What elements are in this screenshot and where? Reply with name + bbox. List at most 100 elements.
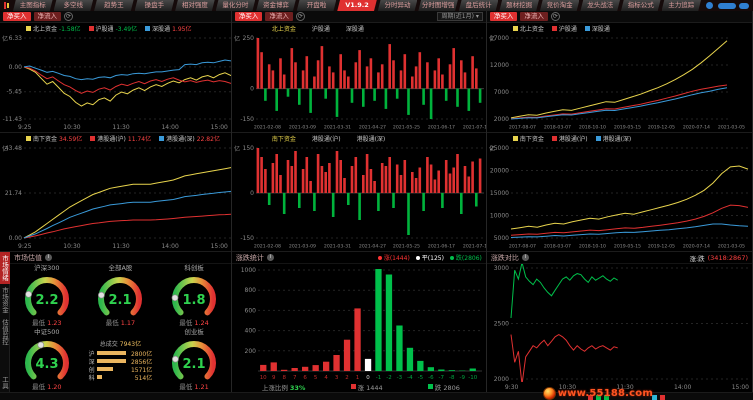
refresh-icon[interactable]: ⟳ [64,12,73,21]
chart-tabs: 南下资金 港股通(沪) 港股通(深) [232,133,486,144]
gauge-科创板[interactable]: 科创板1.8最低1.24 [157,264,231,328]
legend-swatch [145,26,150,31]
tab-相对强度[interactable]: 相对强度 [175,0,215,11]
x-tick: 2021-02-08 [254,124,281,129]
legend-item[interactable]: 港股通(沪) [312,134,341,143]
tab-主图指标[interactable]: 主图指标 [13,0,53,11]
legend-item: 沪股通-3.49亿 [89,24,138,33]
svg-text:亿: 亿 [234,35,240,43]
help-icon[interactable] [706,2,713,9]
svg-text:400: 400 [244,328,256,335]
tab-龙头战法[interactable]: 龙头战法 [580,0,620,11]
svg-text:0.00: 0.00 [9,235,23,241]
valuation-title: 市场估值 [14,253,42,263]
legend-item: 港股通(沪) [552,134,588,143]
net-buy-button[interactable]: 净买入 [490,12,518,21]
x-axis-labels: 2017-08-072018-03-072018-10-102019-05-15… [487,241,752,251]
chart-tabs: 北上资金 沪股通 深股通 [232,23,486,34]
turnover-title: 总成交7943亿 [89,339,153,349]
refresh-icon[interactable]: ⟳ [296,12,305,21]
tab-量化分时[interactable]: 量化分时 [216,0,256,11]
x-tick: 2021-06-17 [428,243,455,248]
settings-button[interactable] [739,3,749,9]
net-buy-button[interactable]: 净买入 [3,12,31,21]
tab-题材挖掘[interactable]: 题材挖掘 [499,0,539,11]
left-toolbar: 净买入 净流入 ⟳ [0,11,231,23]
gauge-创业板[interactable]: 创业板2.1最低1.21 [157,328,231,392]
info-icon[interactable]: i [45,254,52,261]
chart-svg: 170001200070002000亿 [487,34,731,122]
app-logo-icon [0,0,13,11]
x-axis-labels: 9:2510:3011:3014:0015:00 [0,241,231,251]
middle-toolbar: 净买入 净流入 ⟳ 周期(近1月) ▾ [232,11,486,23]
legend-item[interactable]: 南下资金 [272,134,296,143]
net-buy-button[interactable]: 净买入 [235,12,263,21]
legend-item[interactable]: 沪股通 [312,24,330,33]
net-inflow-button[interactable]: 净流入 [265,12,293,21]
gauge-arc: 2.1 [89,273,151,319]
chart-area: 300025002000 [487,264,752,382]
sidebar-item-市场资金[interactable]: 市场资金 [0,284,10,316]
chart-svg: 300025002000 [487,264,752,382]
x-tick: 2019-12-05 [648,124,675,129]
account-button[interactable] [718,3,736,9]
x-tick: 2020-07-14 [683,243,710,248]
gauge-全部A股[interactable]: 全部A股2.1最低1.17 [84,264,158,328]
period-dropdown[interactable]: 周期(近1月) ▾ [437,12,482,21]
tab-资金博弈[interactable]: 资金博弈 [256,0,296,11]
tab-趋势王[interactable]: 趋势王 [94,0,134,11]
legend-swatch [26,136,31,141]
x-tick: 2017-08-07 [509,243,536,248]
sidebar-item-市场情绪[interactable]: 市场情绪 [0,252,10,284]
tab-分时图增强[interactable]: 分时图增强 [418,0,458,11]
sidebar-item-工具[interactable]: 工具 [0,373,10,392]
info-icon[interactable]: i [522,254,529,261]
svg-text:2000: 2000 [494,116,509,122]
tab-盘后统计[interactable]: 盘后统计 [459,0,499,11]
tab-分时异动[interactable]: 分时异动 [378,0,418,11]
legend-item: 深股通 [585,24,610,33]
tab-操盘手[interactable]: 操盘手 [135,0,175,11]
svg-text:-11.43: -11.43 [3,116,23,122]
x-tick: 2021-06-17 [428,124,455,129]
gauge-沪深300[interactable]: 沪深3002.2最低1.23 [10,264,84,328]
svg-text:12000: 12000 [490,62,509,69]
tab-V1.9.2[interactable]: V1.9.2 [337,0,377,11]
x-tick: 2021-03-09 [289,124,316,129]
chart-area: 6.330.00-5.45-11.43亿 [0,34,231,122]
legend-swatch [552,136,557,141]
gauge-sub: 最低1.20 [32,383,61,392]
tab-开盘啦[interactable]: 开盘啦 [297,0,337,11]
refresh-icon[interactable]: ⟳ [551,12,560,21]
svg-text:亿: 亿 [234,145,240,153]
tab-多空线[interactable]: 多空线 [54,0,94,11]
chart-svg: 43.4821.740.00亿 [0,144,231,241]
svg-text:2500: 2500 [494,321,509,328]
svg-text:250: 250 [242,35,254,42]
chart-svg: 1500-150亿 [232,144,486,241]
sidebar-item-估值监控[interactable]: 估值监控 [0,316,10,348]
tab-主力追踪[interactable]: 主力追踪 [662,0,702,11]
x-tick: 2018-10-10 [578,243,605,248]
dashboard: 净买入 净流入 ⟳ 北上资金-1.58亿沪股通-3.49亿深股通1.95亿 6.… [0,11,753,392]
turnover-breakdown: 总成交7943亿沪2800亿深2856亿创1571亿科514亿 [84,328,158,392]
tab-指标公式[interactable]: 指标公式 [621,0,661,11]
gauge-arc: 2.2 [16,273,78,319]
net-inflow-button[interactable]: 净流入 [520,12,548,21]
legend-item[interactable]: 北上资金 [272,24,296,33]
info-icon[interactable]: i [267,254,274,261]
svg-text:20000: 20000 [490,168,509,175]
legend-item[interactable]: 港股通(深) [357,134,386,143]
legend-item: 南下资金 [513,134,544,143]
svg-text:800: 800 [244,287,256,294]
svg-text:1000: 1000 [241,267,256,274]
compare-title: 涨跌对比 [491,253,519,263]
chart-legend: 南下资金港股通(沪)港股通(深) [487,133,752,144]
gauge-中证500[interactable]: 中证5004.3最低1.20 [10,328,84,392]
x-tick: 2020-07-14 [683,124,710,129]
legend-item[interactable]: 深股通 [346,24,364,33]
svg-text:0: 0 [250,86,254,93]
tab-竞价淘金[interactable]: 竞价淘金 [540,0,580,11]
net-inflow-button[interactable]: 净流入 [34,12,62,21]
x-tick: 2021-03-09 [289,243,316,248]
